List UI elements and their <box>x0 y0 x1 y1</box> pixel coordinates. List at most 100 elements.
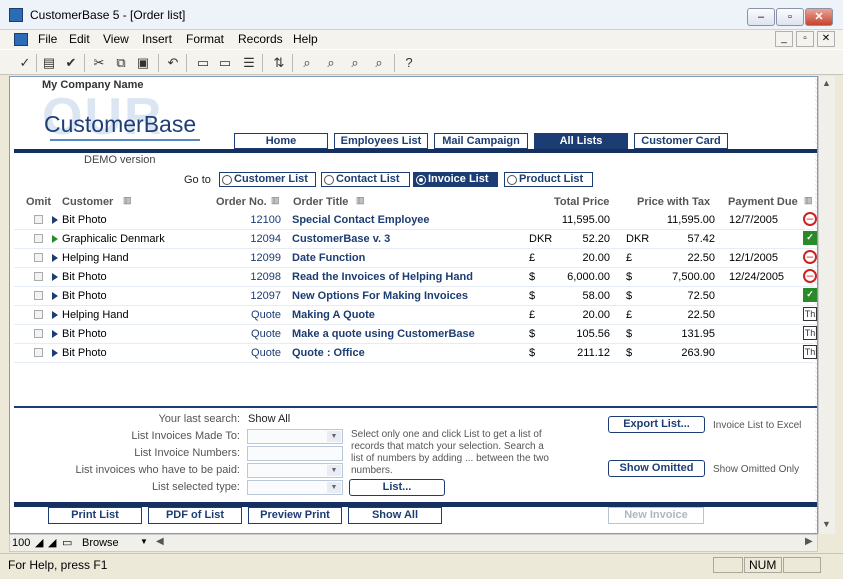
made-to-select[interactable]: ▼ <box>247 429 343 444</box>
menu-insert[interactable]: Insert <box>142 32 172 46</box>
menu-help[interactable]: Help <box>293 32 318 46</box>
table-row[interactable]: Bit Photo 12100 Special Contact Employee 11… <box>14 211 817 230</box>
invoice-numbers-input[interactable] <box>247 446 343 461</box>
minimize-button[interactable]: – <box>747 8 775 26</box>
preview-print-button[interactable]: Preview Print <box>248 507 342 524</box>
zoom-level[interactable]: 100 <box>12 537 30 549</box>
column-price-with-tax[interactable]: Price with Tax <box>637 196 710 208</box>
pdf-of-list-button[interactable]: PDF of List <box>148 507 242 524</box>
mdi-close-button[interactable]: ✕ <box>817 31 835 47</box>
goto-customer-list[interactable]: Customer List <box>219 172 316 187</box>
sort-icon[interactable]: ▥ <box>356 195 365 206</box>
goto-product-list[interactable]: Product List <box>504 172 593 187</box>
mode-select[interactable]: Browse <box>82 537 119 549</box>
copy-icon[interactable]: ⧉ <box>112 54 130 71</box>
order-title-cell[interactable]: Read the Invoices of Helping Hand <box>292 271 473 283</box>
nav-all-lists[interactable]: All Lists <box>534 133 628 149</box>
payment-status-icon[interactable]: – <box>803 269 817 283</box>
column-omit[interactable]: Omit <box>26 196 51 208</box>
column-order-no[interactable]: Order No. <box>216 196 267 208</box>
omit-checkbox[interactable] <box>34 310 43 319</box>
order-title-cell[interactable]: Quote : Office <box>292 347 365 359</box>
find-next-icon[interactable]: ⌕ <box>322 54 340 71</box>
go-to-record-icon[interactable] <box>52 330 58 338</box>
nav-customer-card[interactable]: Customer Card <box>634 133 728 149</box>
document-icon[interactable] <box>14 33 28 46</box>
selected-type-select[interactable]: ▼ <box>247 480 343 495</box>
table-row[interactable]: Helping Hand Quote Making A Quote £20.00 £22… <box>14 306 817 325</box>
sort-icon[interactable]: ▥ <box>804 195 813 206</box>
payment-status-icon[interactable]: Th <box>803 345 817 359</box>
list-icon[interactable]: ☰ <box>240 54 258 71</box>
new-record-icon[interactable]: ▭ <box>194 54 212 71</box>
scroll-up-icon[interactable]: ▲ <box>822 78 831 88</box>
go-to-record-icon[interactable] <box>52 311 58 319</box>
order-title-cell[interactable]: CustomerBase v. 3 <box>292 233 390 245</box>
omit-checkbox[interactable] <box>34 215 43 224</box>
find-all-icon[interactable]: ⌕ <box>370 54 388 71</box>
chevron-down-icon[interactable]: ▼ <box>140 537 148 546</box>
goto-invoice-list[interactable]: Invoice List <box>413 172 498 187</box>
close-button[interactable]: ✕ <box>805 8 833 26</box>
cut-icon[interactable]: ✂ <box>90 54 108 71</box>
help-icon[interactable]: ? <box>400 54 418 71</box>
table-row[interactable]: Bit Photo 12098 Read the Invoices of Helpi… <box>14 268 817 287</box>
new-invoice-button[interactable]: New Invoice <box>608 507 704 524</box>
table-row[interactable]: Bit Photo Quote Quote : Office $211.12 $263.… <box>14 344 817 363</box>
column-payment-due[interactable]: Payment Due <box>728 196 798 208</box>
scroll-right-icon[interactable]: ▶ <box>805 536 813 547</box>
print-icon[interactable]: ▤ <box>40 54 58 71</box>
column-total-price[interactable]: Total Price <box>554 196 609 208</box>
go-to-record-icon[interactable] <box>52 254 58 262</box>
table-row[interactable]: Bit Photo 12097 New Options For Making Inv… <box>14 287 817 306</box>
go-to-record-icon[interactable] <box>52 292 58 300</box>
to-be-paid-select[interactable]: ▼ <box>247 463 343 478</box>
column-customer[interactable]: Customer <box>62 196 113 208</box>
nav-mail-campaign[interactable]: Mail Campaign <box>434 133 528 149</box>
list-button[interactable]: List... <box>349 479 445 496</box>
go-to-record-icon[interactable] <box>52 235 58 243</box>
payment-status-icon[interactable]: – <box>803 250 817 264</box>
scroll-left-icon[interactable]: ◀ <box>156 536 164 547</box>
omit-checkbox[interactable] <box>34 329 43 338</box>
go-to-record-icon[interactable] <box>52 273 58 281</box>
omit-checkbox[interactable] <box>34 234 43 243</box>
find-icon[interactable]: ⌕ <box>298 54 316 71</box>
table-row[interactable]: Helping Hand 12099 Date Function £20.00 £22.… <box>14 249 817 268</box>
table-row[interactable]: Bit Photo Quote Make a quote using Custome… <box>14 325 817 344</box>
goto-contact-list[interactable]: Contact List <box>321 172 410 187</box>
payment-status-icon[interactable]: ✓ <box>803 231 817 245</box>
column-order-title[interactable]: Order Title <box>293 196 348 208</box>
zoom-out-icon[interactable]: ◢ <box>35 536 43 549</box>
menu-edit[interactable]: Edit <box>69 32 90 46</box>
show-all-button[interactable]: Show All <box>348 507 442 524</box>
find-omit-icon[interactable]: ⌕ <box>346 54 364 71</box>
payment-status-icon[interactable]: ✓ <box>803 288 817 302</box>
spellcheck-icon[interactable]: ✔ <box>62 54 80 71</box>
undo-icon[interactable]: ↶ <box>164 54 182 71</box>
payment-status-icon[interactable]: Th <box>803 326 817 340</box>
sort-icon[interactable]: ▥ <box>271 195 280 206</box>
menu-records[interactable]: Records <box>238 32 283 46</box>
checkmark-icon[interactable]: ✓ <box>16 54 34 71</box>
menu-view[interactable]: View <box>103 32 129 46</box>
duplicate-record-icon[interactable]: ▭ <box>216 54 234 71</box>
maximize-button[interactable]: ▫ <box>776 8 804 26</box>
go-to-record-icon[interactable] <box>52 349 58 357</box>
order-title-cell[interactable]: Date Function <box>292 252 365 264</box>
export-list-button[interactable]: Export List... <box>608 416 705 433</box>
mdi-minimize-button[interactable]: _ <box>775 31 793 47</box>
order-title-cell[interactable]: Special Contact Employee <box>292 214 430 226</box>
menu-format[interactable]: Format <box>186 32 224 46</box>
omit-checkbox[interactable] <box>34 272 43 281</box>
zoom-in-icon[interactable]: ◢ <box>48 536 56 549</box>
order-title-cell[interactable]: New Options For Making Invoices <box>292 290 468 302</box>
omit-checkbox[interactable] <box>34 348 43 357</box>
nav-home[interactable]: Home <box>234 133 328 149</box>
print-list-button[interactable]: Print List <box>48 507 142 524</box>
sort-icon[interactable]: ▥ <box>123 195 132 206</box>
paste-icon[interactable]: ▣ <box>134 54 152 71</box>
order-title-cell[interactable]: Making A Quote <box>292 309 375 321</box>
scroll-down-icon[interactable]: ▼ <box>822 519 831 529</box>
order-title-cell[interactable]: Make a quote using CustomerBase <box>292 328 475 340</box>
